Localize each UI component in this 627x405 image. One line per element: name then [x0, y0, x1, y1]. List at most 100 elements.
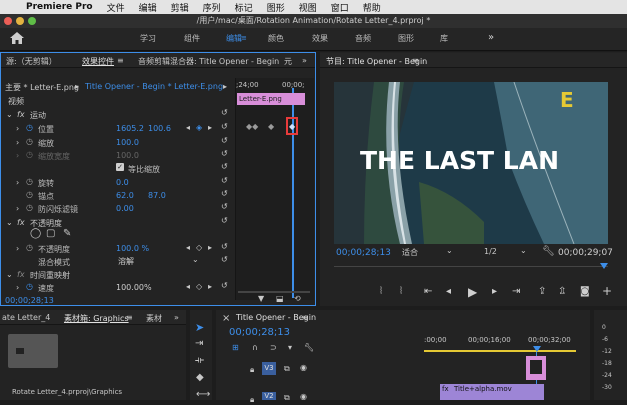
uniform-scale-checkbox[interactable]: ✓: [116, 163, 124, 171]
project-overflow-icon[interactable]: »: [174, 313, 179, 322]
workspace-assembly[interactable]: 组件: [184, 33, 200, 44]
menu-sequence[interactable]: 序列: [203, 1, 221, 14]
program-timecode[interactable]: 00;00;28;13: [336, 248, 391, 258]
workspace-effects[interactable]: 效果: [312, 33, 328, 44]
tab-effect-controls[interactable]: 效果控件: [82, 56, 114, 67]
bin-thumbnail[interactable]: [8, 334, 58, 368]
scale-value[interactable]: 100.0: [116, 138, 139, 147]
tab-source[interactable]: 源:（无剪辑）: [6, 56, 57, 67]
effect-zoom-scrollbar[interactable]: [238, 291, 310, 293]
workspace-graphics[interactable]: 图形: [398, 33, 414, 44]
speed-stopwatch-icon[interactable]: ◷: [26, 282, 33, 291]
linked-selection-icon[interactable]: ⊃: [270, 343, 277, 352]
v2-sync-lock-icon[interactable]: ⧉: [284, 393, 290, 403]
master-clip-path[interactable]: 主要 * Letter-E.png: [5, 82, 79, 93]
opacity-prev-keyframe-icon[interactable]: ◂: [186, 243, 190, 252]
reset-scale-width-icon[interactable]: ↺: [221, 149, 228, 158]
wrench-icon[interactable]: 🔧︎: [542, 246, 555, 257]
menu-window[interactable]: 窗口: [331, 1, 349, 14]
razor-tool-icon[interactable]: ◆: [196, 372, 204, 383]
workspace-menu-icon[interactable]: ≡: [241, 34, 247, 42]
fx-icon[interactable]: fx: [17, 110, 25, 119]
reset-speed-icon[interactable]: ↺: [221, 281, 228, 290]
reset-flicker-icon[interactable]: ↺: [221, 202, 228, 211]
tab-more[interactable]: 元: [284, 56, 292, 67]
project-tab-more[interactable]: 素材: [146, 313, 162, 324]
menu-clip[interactable]: 剪辑: [171, 1, 189, 14]
workspace-editing[interactable]: 编辑: [226, 33, 242, 44]
menu-edit[interactable]: 编辑: [139, 1, 157, 14]
project-tab-bin-graphics[interactable]: 素材箱: Graphics: [64, 313, 129, 324]
reset-anchor-icon[interactable]: ↺: [221, 189, 228, 198]
speed-value[interactable]: 100.00%: [116, 283, 152, 292]
add-marker-icon[interactable]: ▾: [288, 343, 292, 352]
track-select-tool-icon[interactable]: ⇥: [195, 338, 203, 349]
reset-uniform-icon[interactable]: ↺: [221, 162, 228, 171]
scale-expand-icon[interactable]: ›: [16, 138, 19, 147]
workspace-color[interactable]: 颜色: [268, 33, 284, 44]
add-keyframe-icon[interactable]: ◈: [196, 123, 202, 132]
minimize-window-button[interactable]: [16, 17, 24, 25]
menu-app[interactable]: Premiere Pro: [26, 2, 93, 12]
project-tab-left[interactable]: ate Letter_4: [2, 313, 50, 322]
snap-icon[interactable]: ∩: [252, 343, 258, 352]
reset-position-icon[interactable]: ↺: [221, 122, 228, 131]
position-y-value[interactable]: 100.6: [148, 124, 171, 133]
program-scrub-bar[interactable]: [334, 263, 608, 275]
v2-lock-icon[interactable]: 🔒︎: [250, 395, 254, 405]
close-window-button[interactable]: [4, 17, 12, 25]
fit-dropdown[interactable]: 适合 ⌄: [402, 246, 454, 257]
sequence-clip-link[interactable]: Title Opener - Begin * Letter-E.png: [85, 82, 223, 91]
home-icon[interactable]: [10, 32, 24, 44]
opacity-add-keyframe-icon[interactable]: ◇: [196, 243, 202, 252]
timeline-timecode[interactable]: 00;00;28;13: [229, 327, 290, 338]
workspace-libraries[interactable]: 库: [440, 33, 448, 44]
rotation-expand-icon[interactable]: ›: [16, 178, 19, 187]
loop-icon[interactable]: ⟲: [294, 294, 301, 303]
flicker-stopwatch-icon[interactable]: ◷: [26, 203, 33, 212]
work-area-bar[interactable]: [424, 350, 576, 352]
program-menu-icon[interactable]: ≡: [412, 56, 419, 65]
program-video-frame[interactable]: THE LAST LAN E: [334, 82, 608, 244]
menu-help[interactable]: 帮助: [363, 1, 381, 14]
export-frame-icon[interactable]: ⬓: [276, 294, 284, 303]
ripple-edit-tool-icon[interactable]: ⟛: [195, 355, 204, 366]
effect-controls-timecode[interactable]: 00;00;28;13: [5, 296, 54, 305]
zoom-window-button[interactable]: [28, 17, 36, 25]
step-back-icon[interactable]: ◂: [446, 286, 451, 297]
flicker-expand-icon[interactable]: ›: [16, 204, 19, 213]
lift-icon[interactable]: ⇪: [538, 286, 546, 297]
reset-motion-icon[interactable]: ↺: [221, 108, 228, 117]
reset-opacity-icon[interactable]: ↺: [221, 242, 228, 251]
opacity-value[interactable]: 100.0 %: [116, 244, 149, 253]
export-frame-camera-icon[interactable]: ◙: [580, 286, 590, 297]
tab-menu-icon[interactable]: ≡: [117, 56, 124, 65]
rectangle-mask-icon[interactable]: ▢: [46, 228, 55, 239]
anchor-x-value[interactable]: 62.0: [116, 191, 134, 200]
menu-file[interactable]: 文件: [107, 1, 125, 14]
resolution-dropdown[interactable]: 1/2 ⌄: [484, 246, 528, 257]
expand-right-icon[interactable]: ▸: [223, 82, 227, 91]
program-playhead[interactable]: [600, 263, 608, 269]
v3-lock-icon[interactable]: 🔒︎: [250, 365, 254, 375]
prev-keyframe-icon[interactable]: ◂: [186, 123, 190, 132]
time-remap-expand-icon[interactable]: ⌄: [6, 270, 13, 279]
project-menu-icon[interactable]: ≡: [126, 313, 133, 322]
workspace-learn[interactable]: 学习: [140, 33, 156, 44]
opacity-group-expand-icon[interactable]: ⌄: [6, 218, 13, 227]
clip-bar[interactable]: Letter-E.png: [237, 93, 305, 105]
position-x-value[interactable]: 1605.2: [116, 124, 144, 133]
position-stopwatch-icon[interactable]: ◷: [26, 123, 33, 132]
v2-track-target[interactable]: V2: [262, 392, 276, 400]
selection-tool-icon[interactable]: ➤: [195, 321, 204, 334]
ellipse-mask-icon[interactable]: ◯: [30, 228, 41, 239]
keyframe-2[interactable]: ◆: [268, 122, 274, 131]
speed-next-keyframe-icon[interactable]: ▸: [208, 282, 212, 291]
scale-stopwatch-icon[interactable]: ◷: [26, 137, 33, 146]
button-editor-plus-icon[interactable]: +: [602, 284, 612, 298]
play-icon[interactable]: ▶: [468, 285, 477, 299]
nest-toggle-icon[interactable]: ⊞: [232, 343, 239, 352]
go-to-out-icon[interactable]: ⇥: [512, 286, 520, 297]
speed-add-keyframe-icon[interactable]: ◇: [196, 282, 202, 291]
anchor-stopwatch-icon[interactable]: ◷: [26, 190, 33, 199]
